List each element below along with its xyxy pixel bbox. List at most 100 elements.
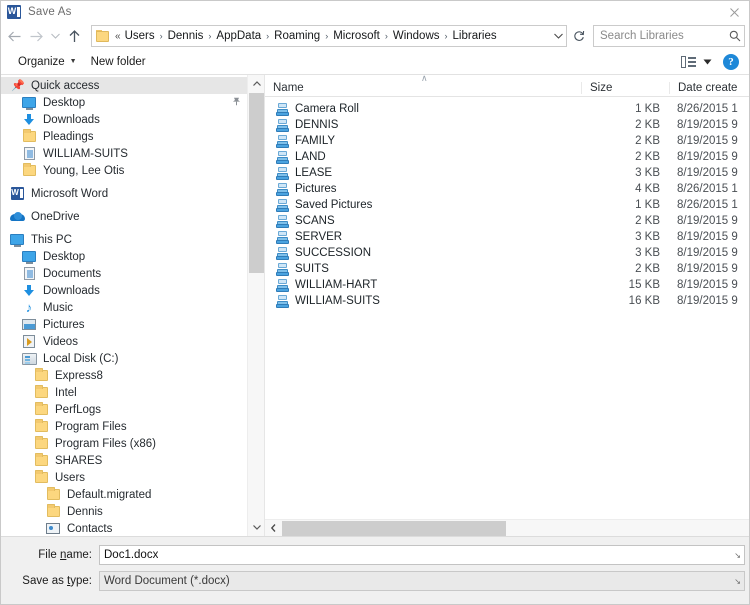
refresh-icon[interactable] [569,25,589,47]
file-name-chevron-icon[interactable]: ↘ [734,549,741,562]
sidebar-item-label: Videos [43,335,78,348]
file-name-text: SCANS [295,215,335,227]
table-row[interactable]: LEASE 3 KB 8/19/2015 9 [265,165,749,181]
save-as-type-chevron-icon[interactable]: ↘ [734,575,741,588]
forward-arrow-icon[interactable] [25,25,47,47]
sidebar-item-young-lee-otis[interactable]: Young, Lee Otis [1,162,247,179]
address-chevron-down-icon[interactable] [550,26,566,46]
table-row[interactable]: SUCCESSION 3 KB 8/19/2015 9 [265,245,749,261]
table-row[interactable]: SERVER 3 KB 8/19/2015 9 [265,229,749,245]
breadcrumb-item-2[interactable]: AppData [213,30,264,42]
sidebar-item-desktop[interactable]: Desktop [1,94,247,111]
footer-fields: File name: Doc1.docx ↘ Save as type: Wor… [1,536,749,604]
table-row[interactable]: WILLIAM-HART 15 KB 8/19/2015 9 [265,277,749,293]
sidebar-item-contacts[interactable]: Contacts [1,520,247,536]
back-arrow-icon[interactable] [3,25,25,47]
hscrollbar-thumb[interactable] [282,520,506,536]
save-as-type-select[interactable]: Word Document (*.docx) ↘ [99,570,745,591]
breadcrumb-item-5[interactable]: Windows [390,30,443,42]
new-folder-button[interactable]: New folder [84,53,153,71]
sidebar-item-downloads[interactable]: Downloads [1,111,247,128]
breadcrumb-item-6[interactable]: Libraries [450,30,500,42]
recent-locations-chevron-down-icon[interactable] [47,25,63,47]
sidebar-item-label: OneDrive [31,210,80,223]
search-input[interactable]: Search Libraries [593,25,745,47]
sidebar-item-william-suits[interactable]: WILLIAM-SUITS [1,145,247,162]
file-name-input[interactable]: Doc1.docx ↘ [99,544,745,565]
table-row[interactable]: DENNIS 2 KB 8/19/2015 9 [265,117,749,133]
breadcrumb-sep[interactable]: › [323,31,330,41]
sidebar-item-label: Microsoft Word [31,187,109,200]
sidebar-item-program-files[interactable]: Program Files [1,418,247,435]
word-icon [7,4,21,19]
content-area: 📌 Quick access Desktop Downloads Pleadings WI… [1,74,749,536]
scrollbar-thumb[interactable] [249,93,264,273]
file-list-horizontal-scrollbar[interactable] [265,519,749,536]
sidebar-item-intel[interactable]: Intel [1,384,247,401]
breadcrumb-sep[interactable]: › [443,31,450,41]
breadcrumb-item-1[interactable]: Dennis [165,30,207,42]
breadcrumb-overflow[interactable]: « [114,31,122,42]
table-row[interactable]: Saved Pictures 1 KB 8/26/2015 1 [265,197,749,213]
sidebar-item-music[interactable]: ♪ Music [1,299,247,316]
scroll-up-icon[interactable] [248,75,264,92]
up-arrow-icon[interactable] [63,25,85,47]
navigation-scrollbar[interactable] [247,75,264,536]
sidebar-item-onedrive[interactable]: OneDrive [1,208,247,225]
table-row[interactable]: FAMILY 2 KB 8/19/2015 9 [265,133,749,149]
column-header-date-created[interactable]: Date create [669,82,749,94]
sidebar-item-pictures[interactable]: Pictures [1,316,247,333]
sidebar-item-label: Quick access [31,79,100,92]
sidebar-item-downloads[interactable]: Downloads [1,282,247,299]
breadcrumb-sep[interactable]: › [158,31,165,41]
sidebar-item-label: Users [55,471,86,484]
sidebar-item-desktop[interactable]: Desktop [1,248,247,265]
sort-ascending-icon[interactable]: ∧ [421,74,428,83]
table-row[interactable]: SCANS 2 KB 8/19/2015 9 [265,213,749,229]
organize-button[interactable]: Organize ▼ [11,53,84,71]
sidebar-item-quick-access[interactable]: 📌 Quick access [1,77,247,94]
folder-icon [21,129,37,145]
column-header-name[interactable]: Name [265,82,581,94]
sidebar-item-program-files-x86[interactable]: Program Files (x86) [1,435,247,452]
sidebar-item-this-pc[interactable]: This PC [1,231,247,248]
close-icon[interactable] [723,3,745,21]
breadcrumb-item-4[interactable]: Microsoft [330,30,383,42]
scroll-down-icon[interactable] [248,519,264,536]
table-row[interactable]: WILLIAM-SUITS 16 KB 8/19/2015 9 [265,293,749,309]
sidebar-item-users[interactable]: Users [1,469,247,486]
breadcrumb-item-3[interactable]: Roaming [271,30,323,42]
table-row[interactable]: Pictures 4 KB 8/26/2015 1 [265,181,749,197]
table-row[interactable]: LAND 2 KB 8/19/2015 9 [265,149,749,165]
breadcrumb-sep[interactable]: › [383,31,390,41]
file-size-cell: 1 KB [635,199,660,211]
pin-icon[interactable] [232,97,241,109]
sidebar-item-dennis[interactable]: Dennis [1,503,247,520]
table-row[interactable]: SUITS 2 KB 8/19/2015 9 [265,261,749,277]
download-icon [21,283,37,299]
sidebar-item-label: Desktop [43,96,86,109]
address-bar[interactable]: « Users › Dennis › AppData › Roaming › M… [91,25,567,47]
sidebar-item-shares[interactable]: SHARES [1,452,247,469]
sidebar-item-express8[interactable]: Express8 [1,367,247,384]
breadcrumb-sep[interactable]: › [264,31,271,41]
folder-icon [33,402,49,418]
breadcrumb-item-0[interactable]: Users [122,30,158,42]
column-header-size[interactable]: Size [581,82,669,94]
view-options-icon[interactable] [681,55,697,69]
file-name-cell: SUITS [265,262,581,276]
sidebar-item-perflogs[interactable]: PerfLogs [1,401,247,418]
pictures-icon [21,317,37,333]
breadcrumb-sep[interactable]: › [206,31,213,41]
sidebar-item-videos[interactable]: Videos [1,333,247,350]
sidebar-item-pleadings[interactable]: Pleadings [1,128,247,145]
sidebar-item-documents[interactable]: Documents [1,265,247,282]
sidebar-item-default-migrated[interactable]: Default.migrated [1,486,247,503]
sidebar-item-local-disk-c[interactable]: Local Disk (C:) [1,350,247,367]
sidebar-item-microsoft-word[interactable]: Microsoft Word [1,185,247,202]
view-chevron-down-icon[interactable] [699,52,715,72]
help-icon[interactable]: ? [723,53,739,70]
computer-icon [9,232,25,248]
table-row[interactable]: Camera Roll 1 KB 8/26/2015 1 [265,101,749,117]
scroll-left-icon[interactable] [265,520,282,537]
